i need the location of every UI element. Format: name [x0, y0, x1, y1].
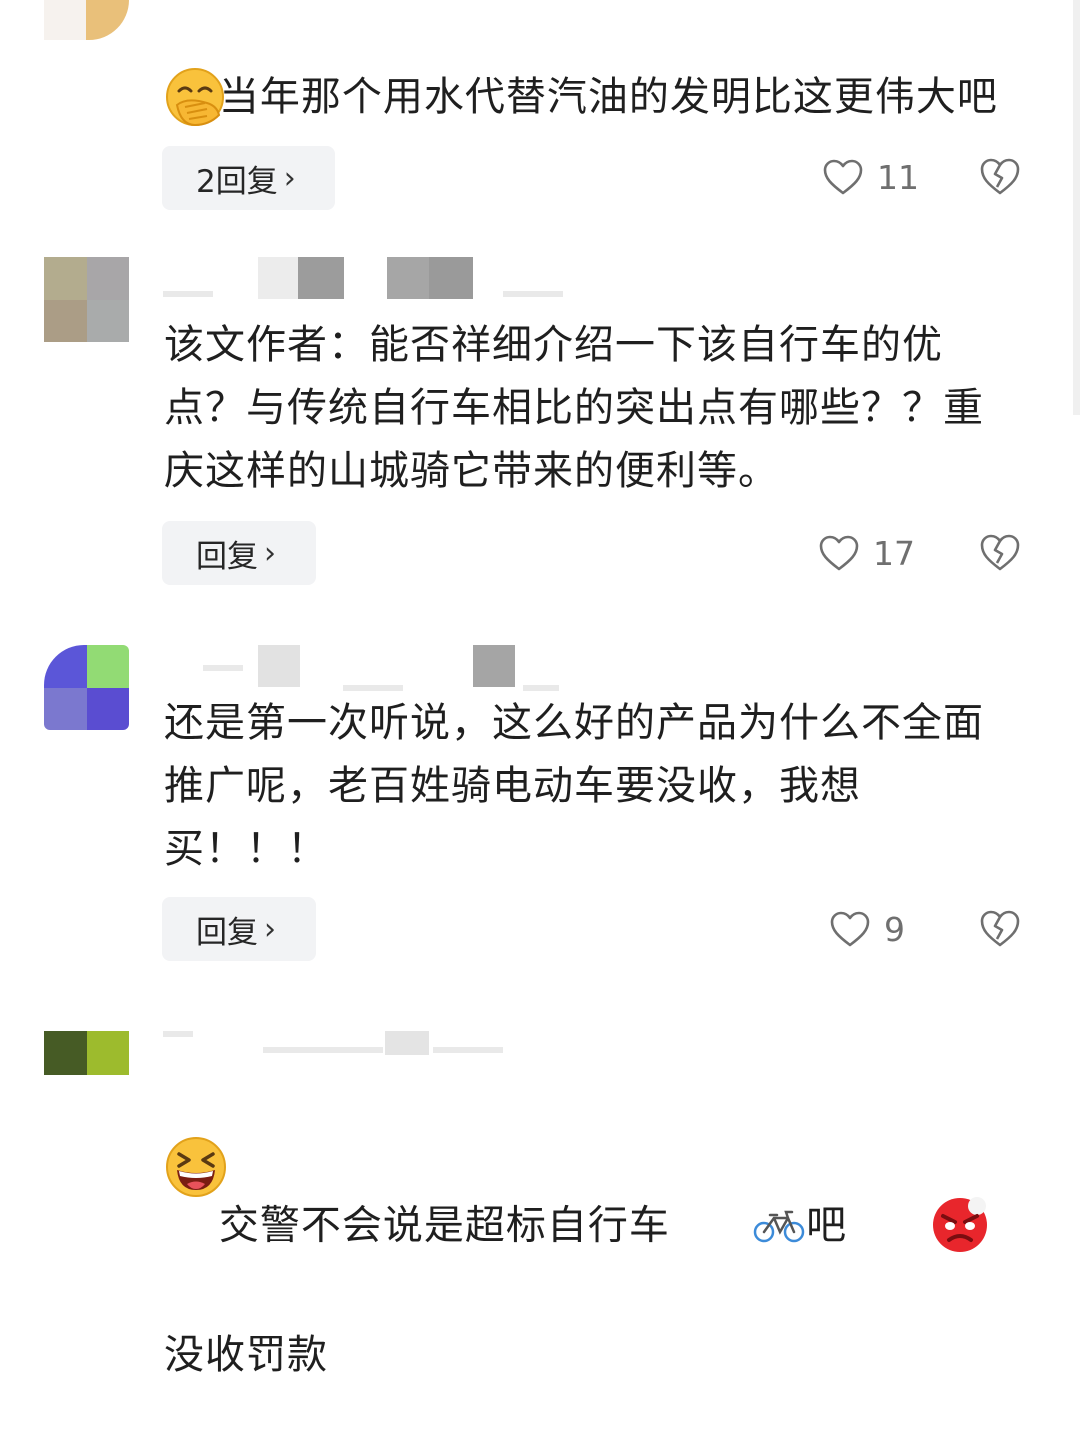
broken-heart-icon[interactable]	[979, 909, 1021, 949]
comment-text: 交警不会说是超标自行车 吧 没收罚款	[164, 1068, 1014, 1450]
avatar[interactable]	[44, 0, 129, 40]
heart-icon	[830, 911, 870, 946]
comment-text: 还是第一次听说，这么好的产品为什么不全面推广呢，老百姓骑电动车要没收，我想买！！…	[164, 700, 984, 872]
bicycle-emoji	[670, 1133, 806, 1322]
reply-label: 2回复	[196, 163, 278, 200]
avatar[interactable]	[44, 257, 129, 342]
username-redacted[interactable]	[163, 1031, 583, 1055]
chevron-right-icon: ›	[264, 911, 276, 947]
username-redacted[interactable]	[163, 645, 583, 691]
reply-label: 回复	[196, 538, 258, 575]
like-button[interactable]: 9	[830, 910, 905, 949]
grinning-squinting-emoji	[165, 1136, 227, 1202]
username-redacted[interactable]	[163, 257, 583, 299]
like-button[interactable]: 11	[823, 158, 919, 197]
comment-text: 该文作者：能否祥细介绍一下该自行车的优点？与传统自行车相比的突出点有哪些？？重庆…	[164, 322, 984, 494]
like-count: 17	[873, 534, 915, 573]
reply-button[interactable]: 回复 ›	[162, 897, 316, 961]
heart-icon	[819, 535, 859, 570]
chevron-right-icon: ›	[283, 160, 296, 196]
reply-label: 回复	[196, 914, 258, 951]
angry-face-emoji	[847, 1131, 991, 1324]
hand-over-mouth-emoji	[165, 67, 227, 131]
broken-heart-icon[interactable]	[979, 533, 1021, 573]
reply-button[interactable]: 2回复 ›	[162, 146, 335, 210]
like-button[interactable]: 17	[819, 534, 915, 573]
like-count: 11	[877, 158, 919, 197]
scrollbar[interactable]	[1073, 0, 1080, 415]
avatar[interactable]	[44, 645, 129, 730]
heart-icon	[823, 159, 863, 194]
chevron-right-icon: ›	[264, 535, 276, 571]
like-count: 9	[884, 910, 905, 949]
broken-heart-icon[interactable]	[979, 157, 1021, 197]
avatar[interactable]	[44, 1031, 129, 1075]
reply-button[interactable]: 回复 ›	[162, 521, 316, 585]
